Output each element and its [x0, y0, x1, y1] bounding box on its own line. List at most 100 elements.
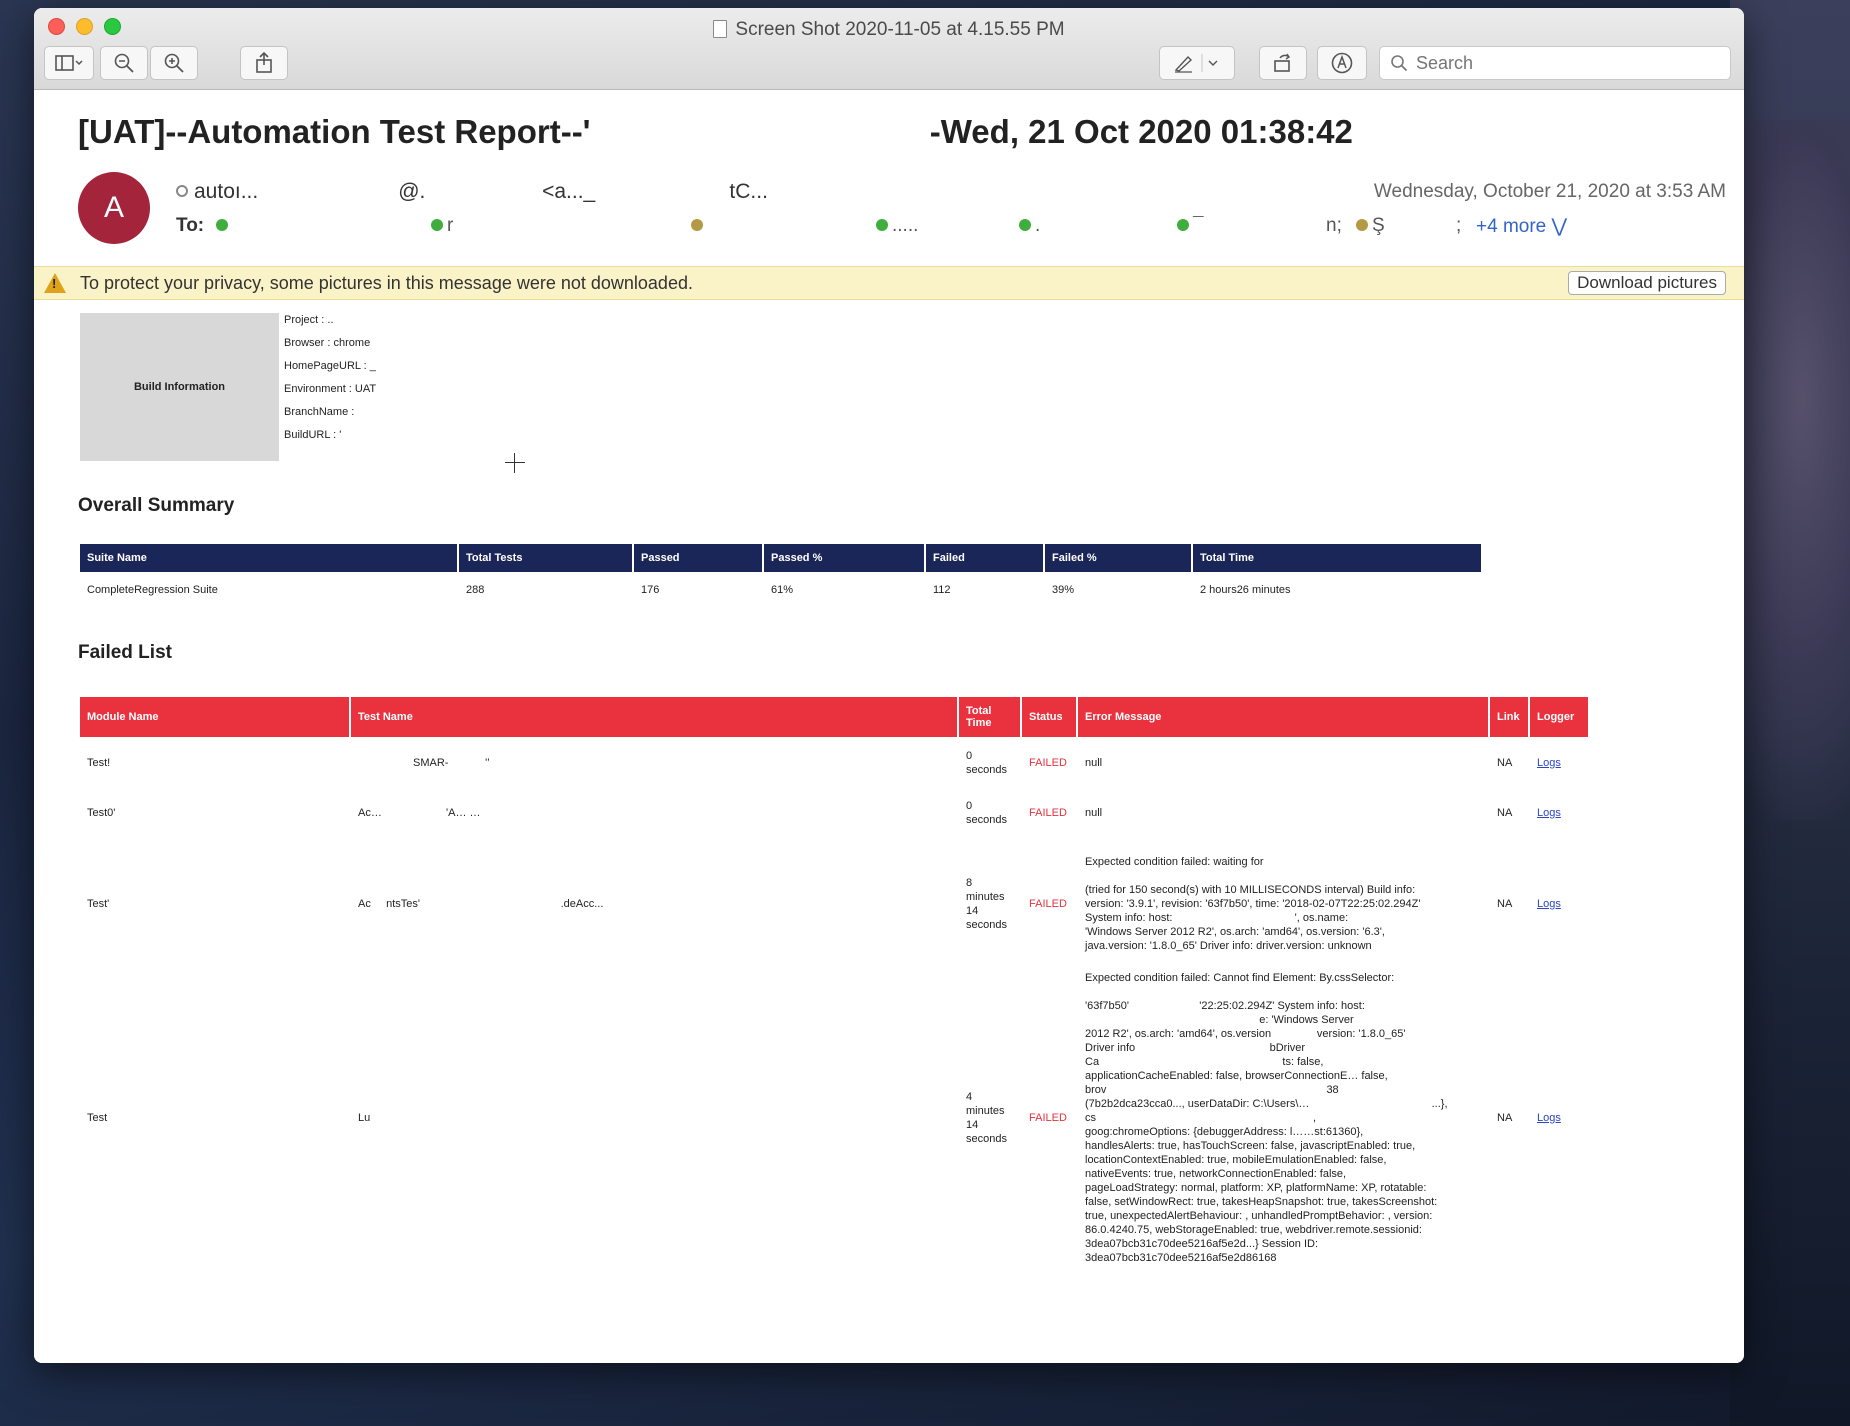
summary-cell: 2 hours26 minutes: [1200, 584, 1291, 596]
verified-icon: [216, 219, 228, 231]
share-icon: [256, 52, 272, 73]
link-cell: NA: [1497, 807, 1513, 819]
annotate-button[interactable]: [1317, 46, 1367, 80]
recipient[interactable]: .....: [876, 215, 918, 237]
summary-cell: 112: [933, 584, 951, 596]
zoom-out-icon: [114, 53, 134, 73]
sender-status-icon: [176, 185, 188, 197]
recipient[interactable]: Ş: [1356, 215, 1385, 237]
status-cell: FAILED: [1029, 898, 1067, 910]
verified-icon: [1177, 219, 1189, 231]
failed-header-cell: Link: [1490, 697, 1528, 737]
failed-list-heading: Failed List: [78, 642, 172, 663]
window-title: Screen Shot 2020-11-05 at 4.15.55 PM: [34, 19, 1744, 41]
more-recipients-label: +4 more: [1476, 216, 1547, 237]
summary-cell: 176: [641, 584, 660, 596]
recipient[interactable]: ¯: [1177, 215, 1204, 237]
rotate-icon: [1274, 53, 1290, 72]
verified-icon: [1019, 219, 1031, 231]
failed-header-cell: Error Message: [1078, 697, 1488, 737]
logs-link[interactable]: Logs: [1537, 757, 1561, 769]
error-message-cell: null: [1085, 757, 1103, 769]
total-time-cell: 4 minutes 14 seconds: [966, 1091, 1007, 1145]
logs-link[interactable]: Logs: [1537, 898, 1561, 910]
share-button[interactable]: [240, 46, 288, 80]
failed-header-cell: Total Time: [959, 697, 1020, 737]
test-name-cell: SMAR‐ '’: [358, 757, 490, 769]
sidebar-toggle-button[interactable]: [44, 46, 94, 80]
table-row: CompleteRegression Suite 288 176 61% 112…: [80, 574, 1481, 606]
to-label: To:: [176, 215, 205, 236]
preview-window: Screen Shot 2020-11-05 at 4.15.55 PM [U: [34, 8, 1744, 1363]
error-message-cell: Expected condition failed: waiting for (…: [1085, 856, 1421, 952]
zoom-out-button[interactable]: [100, 46, 148, 80]
recipient[interactable]: [216, 215, 232, 237]
summary-header-cell: Failed %: [1045, 544, 1191, 572]
recipient[interactable]: .: [1019, 215, 1040, 237]
rotate-button[interactable]: [1259, 46, 1307, 80]
recipient[interactable]: ;: [1456, 215, 1461, 237]
sender[interactable]: autoı... @. <a..._ tC...: [176, 180, 768, 204]
recipient-name: n;: [1326, 215, 1342, 236]
summary-header-row: Suite Name Total Tests Passed Passed % F…: [80, 544, 1481, 572]
recipient[interactable]: [691, 215, 707, 237]
recipient-name: .....: [892, 215, 919, 236]
recipients-row: To: r ..... . ¯ n; Ş ; +4 more ⋁: [176, 215, 1726, 243]
window-title-text: Screen Shot 2020-11-05 at 4.15.55 PM: [735, 19, 1065, 40]
module-name-cell: Test: [87, 1112, 108, 1124]
summary-header-cell: Passed %: [764, 544, 924, 572]
search-icon: [1391, 55, 1408, 72]
email-date: Wednesday, October 21, 2020 at 3:53 AM: [1373, 181, 1726, 202]
test-name-cell: Lu: [358, 1112, 371, 1124]
logs-link[interactable]: Logs: [1537, 807, 1561, 819]
email-content: [UAT]--Automation Test Report--' -Wed, 2…: [34, 91, 1744, 1363]
total-time-cell: 8 minutes 14 seconds: [966, 877, 1007, 931]
table-row: Test! SMAR‐ '’ 0 seconds FAILED null NA …: [80, 739, 1588, 787]
logs-link[interactable]: Logs: [1537, 1112, 1561, 1124]
markup-circle-icon: [1331, 52, 1353, 74]
build-field: Environment : UAT: [284, 383, 377, 395]
warning-icon: [44, 273, 66, 293]
sidebar-icon: [55, 55, 83, 71]
more-recipients-link[interactable]: +4 more ⋁: [1476, 215, 1567, 238]
summary-header-cell: Suite Name: [80, 544, 457, 572]
build-field: Browser : chrome: [284, 337, 371, 349]
summary-header-cell: Passed: [634, 544, 762, 572]
window-titlebar: Screen Shot 2020-11-05 at 4.15.55 PM: [34, 8, 1744, 90]
zoom-in-button[interactable]: [150, 46, 198, 80]
unverified-icon: [1356, 219, 1368, 231]
search-field[interactable]: [1379, 46, 1731, 80]
table-row: Test0' Ac… 'A… … 0 seconds FAILED null N…: [80, 789, 1588, 837]
document-icon: [713, 20, 728, 38]
build-field: BranchName :: [284, 406, 355, 418]
error-message-cell: null: [1085, 807, 1103, 819]
recipient[interactable]: n;: [1326, 215, 1342, 237]
search-input[interactable]: [1416, 52, 1716, 74]
module-name-cell: Test!: [87, 757, 111, 769]
link-cell: NA: [1497, 1112, 1513, 1124]
verified-icon: [876, 219, 888, 231]
link-cell: NA: [1497, 898, 1513, 910]
summary-cell: CompleteRegression Suite: [87, 584, 218, 596]
status-cell: FAILED: [1029, 1112, 1067, 1124]
privacy-banner: To protect your privacy, some pictures i…: [34, 266, 1744, 300]
unverified-icon: [691, 219, 703, 231]
markup-button[interactable]: [1159, 46, 1235, 80]
table-row: Test Lu 4 minutes 14 seconds FAILED Expe…: [80, 971, 1588, 1265]
pen-icon: [1174, 54, 1218, 73]
recipient-name: ;: [1456, 215, 1462, 236]
recipient-name: r: [447, 215, 454, 236]
link-cell: NA: [1497, 757, 1513, 769]
test-name-cell: Ac… 'A… …: [358, 807, 481, 819]
overall-summary-heading: Overall Summary: [78, 495, 235, 516]
summary-header-cell: Total Tests: [459, 544, 632, 572]
avatar: A: [78, 172, 150, 244]
build-field: BuildURL : ': [284, 429, 342, 441]
summary-header-cell: Total Time: [1193, 544, 1481, 572]
failed-header-row: Module Name Test Name Total Time Status …: [80, 697, 1588, 737]
summary-cell: 61%: [771, 584, 794, 596]
test-name-cell: Ac ntsTes' .deAcc...: [358, 898, 604, 910]
download-pictures-button[interactable]: Download pictures: [1568, 271, 1726, 295]
summary-cell: 39%: [1052, 584, 1075, 596]
recipient[interactable]: r: [431, 215, 453, 237]
